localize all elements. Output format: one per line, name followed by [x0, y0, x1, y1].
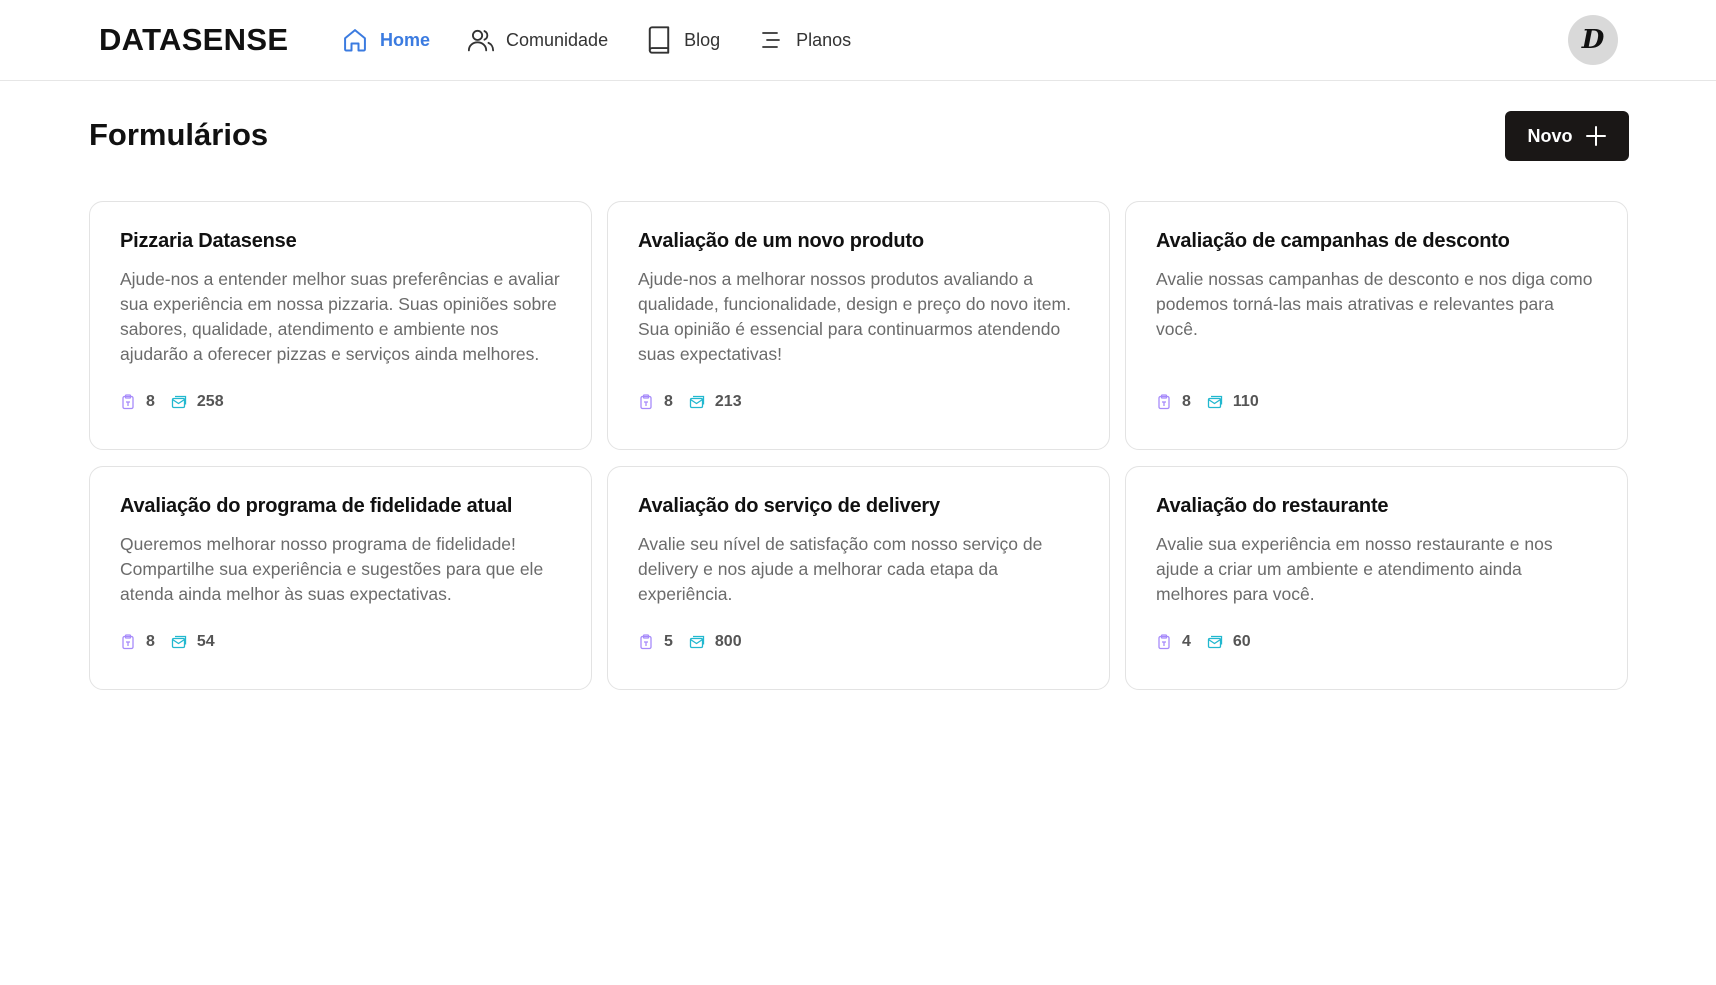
- clipboard-icon: [1156, 634, 1172, 650]
- questions-count: 8: [638, 393, 673, 411]
- nav-item-planos[interactable]: Planos: [756, 20, 851, 60]
- main-nav: Home Comunidade Blog Planos: [340, 20, 887, 60]
- form-card-stats: 8 258: [120, 393, 561, 411]
- clipboard-icon: [638, 634, 654, 650]
- new-form-button[interactable]: Novo: [1505, 111, 1629, 161]
- clipboard-icon: [638, 394, 654, 410]
- clipboard-icon: [120, 634, 136, 650]
- inbox-icon: [1207, 394, 1223, 410]
- nav-label-comunidade: Comunidade: [506, 29, 609, 50]
- questions-value: 8: [664, 393, 673, 410]
- questions-value: 8: [146, 633, 155, 650]
- responses-count: 60: [1207, 633, 1251, 651]
- form-card[interactable]: Avaliação do programa de fidelidade atua…: [89, 466, 592, 690]
- form-card-stats: 8 110: [1156, 393, 1597, 411]
- form-card-description: Avalie sua experiência em nosso restaura…: [1156, 534, 1553, 604]
- form-card-description: Queremos melhorar nosso programa de fide…: [120, 534, 544, 604]
- new-button-label: Novo: [1527, 125, 1573, 146]
- clipboard-icon: [1156, 394, 1172, 410]
- responses-count: 213: [689, 393, 742, 411]
- responses-count: 800: [689, 633, 742, 651]
- form-card[interactable]: Pizzaria Datasense Ajude-nos a entender …: [89, 201, 592, 450]
- inbox-icon: [689, 634, 705, 650]
- forms-grid: Pizzaria Datasense Ajude-nos a entender …: [89, 201, 1628, 690]
- responses-value: 213: [714, 393, 742, 410]
- clipboard-icon: [120, 394, 136, 410]
- responses-count: 258: [171, 393, 224, 411]
- brand-logo[interactable]: DATASENSE: [99, 22, 288, 58]
- form-card-title: Avaliação do programa de fidelidade atua…: [120, 495, 513, 517]
- nav-label-blog: Blog: [684, 29, 721, 50]
- form-card-stats: 5 800: [638, 633, 1079, 651]
- form-card[interactable]: Avaliação de um novo produto Ajude-nos a…: [607, 201, 1110, 450]
- top-navbar: DATASENSE Home Comunidade Blog Planos D: [0, 0, 1716, 81]
- form-card-stats: 4 60: [1156, 633, 1597, 651]
- nav-item-comunidade[interactable]: Comunidade: [466, 20, 608, 60]
- questions-value: 8: [146, 393, 155, 410]
- questions-count: 5: [638, 633, 673, 651]
- responses-value: 258: [196, 393, 224, 410]
- questions-count: 8: [120, 393, 155, 411]
- nav-item-home[interactable]: Home: [340, 20, 430, 60]
- questions-value: 4: [1182, 633, 1191, 650]
- responses-value: 54: [196, 633, 215, 650]
- nav-label-planos: Planos: [796, 29, 852, 50]
- book-icon: [644, 25, 674, 55]
- form-card-title: Avaliação do serviço de delivery: [638, 495, 940, 517]
- questions-value: 8: [1182, 393, 1191, 410]
- avatar[interactable]: D: [1568, 15, 1618, 65]
- users-icon: [466, 25, 496, 55]
- responses-count: 110: [1207, 393, 1259, 411]
- page-header: Formulários Novo: [0, 81, 1716, 201]
- nav-item-blog[interactable]: Blog: [644, 20, 720, 60]
- responses-count: 54: [171, 633, 215, 651]
- form-card-description: Avalie nossas campanhas de desconto e no…: [1156, 269, 1593, 339]
- inbox-icon: [1207, 634, 1223, 650]
- questions-count: 8: [1156, 393, 1191, 411]
- form-card[interactable]: Avaliação do serviço de delivery Avalie …: [607, 466, 1110, 690]
- plus-icon: [1585, 125, 1607, 147]
- form-card-description: Avalie seu nível de satisfação com nosso…: [638, 534, 1043, 604]
- inbox-icon: [171, 394, 187, 410]
- form-card-title: Avaliação do restaurante: [1156, 495, 1389, 517]
- form-card-title: Pizzaria Datasense: [120, 230, 297, 252]
- questions-count: 4: [1156, 633, 1191, 651]
- form-card-description: Ajude-nos a melhorar nossos produtos ava…: [638, 269, 1071, 364]
- form-card-stats: 8 54: [120, 633, 561, 651]
- responses-value: 60: [1232, 633, 1251, 650]
- form-card-stats: 8 213: [638, 393, 1079, 411]
- inbox-icon: [171, 634, 187, 650]
- form-card[interactable]: Avaliação de campanhas de desconto Avali…: [1125, 201, 1628, 450]
- form-card-title: Avaliação de um novo produto: [638, 230, 924, 252]
- form-card-title: Avaliação de campanhas de desconto: [1156, 230, 1510, 252]
- responses-value: 110: [1232, 393, 1259, 410]
- page-title: Formulários: [89, 117, 269, 152]
- form-card[interactable]: Avaliação do restaurante Avalie sua expe…: [1125, 466, 1628, 690]
- form-card-description: Ajude-nos a entender melhor suas preferê…: [120, 269, 560, 364]
- questions-count: 8: [120, 633, 155, 651]
- list-icon: [756, 25, 786, 55]
- home-icon: [340, 25, 370, 55]
- responses-value: 800: [714, 633, 742, 650]
- questions-value: 5: [664, 633, 673, 650]
- nav-label-home: Home: [380, 29, 431, 50]
- inbox-icon: [689, 394, 705, 410]
